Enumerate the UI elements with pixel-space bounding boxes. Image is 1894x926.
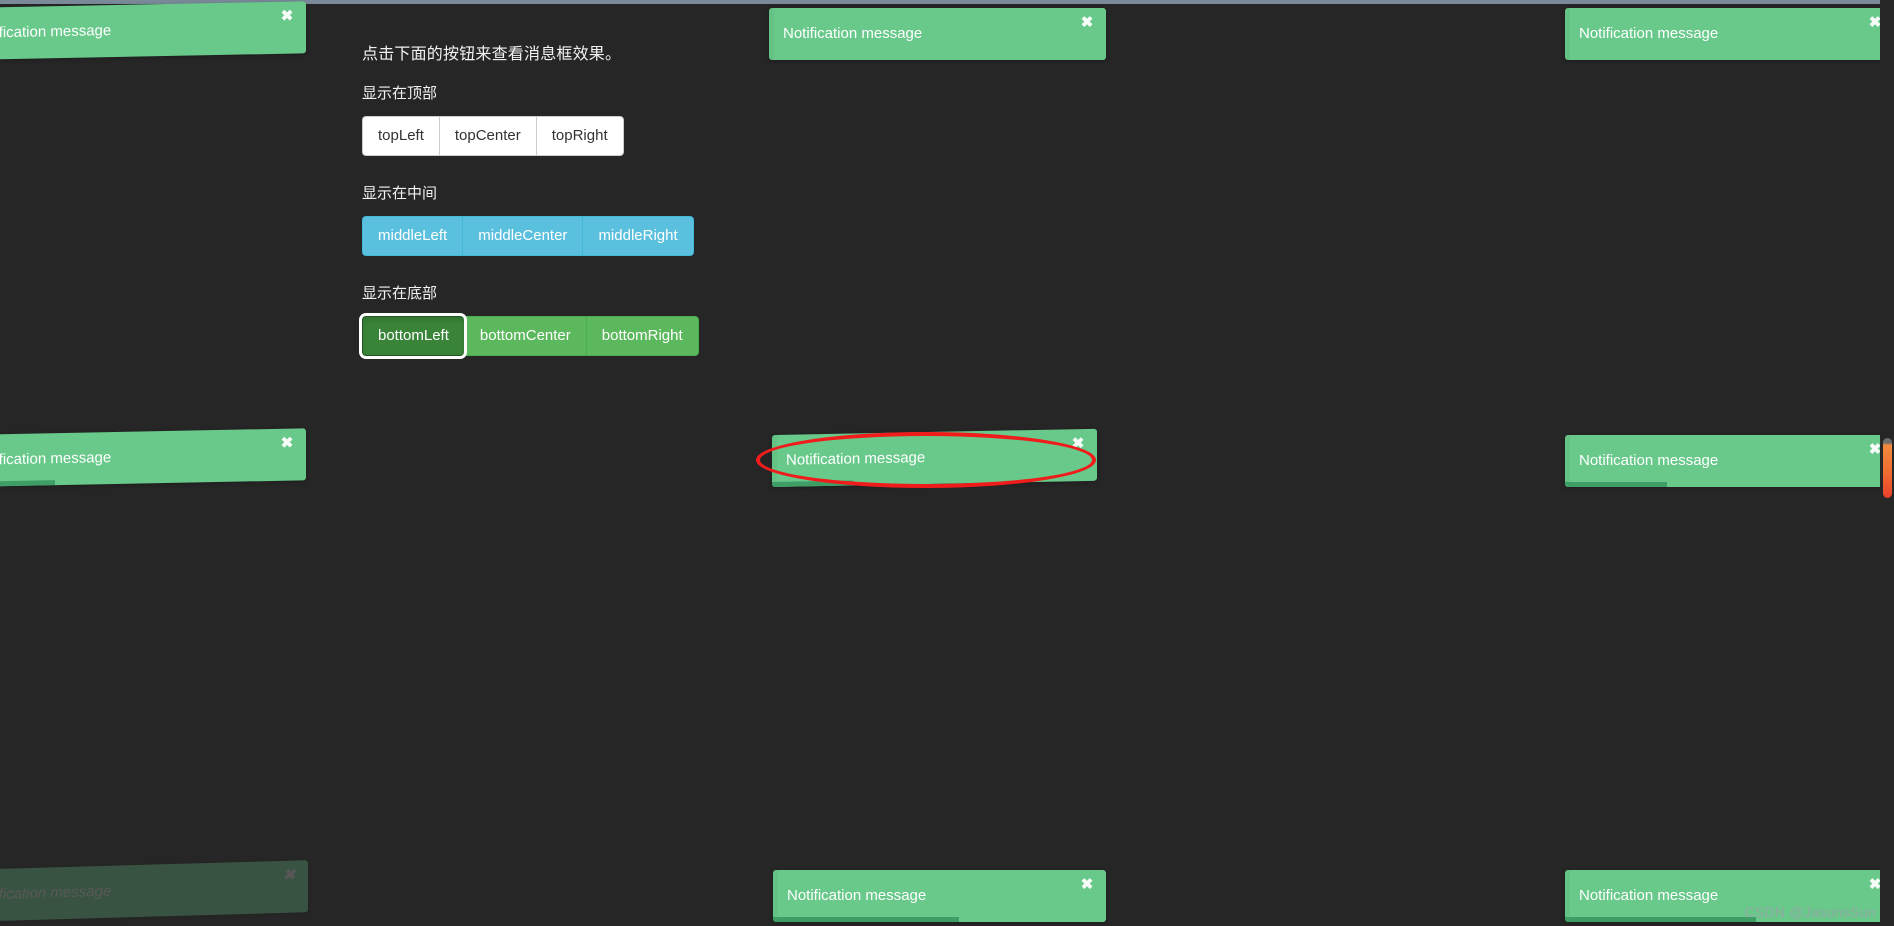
toast-top-left[interactable]: Notification message ✖ <box>0 1 306 61</box>
toast-accent <box>772 435 777 487</box>
toast-accent <box>773 870 778 922</box>
button-group-bottom: bottomLeft bottomCenter bottomRight <box>362 316 699 356</box>
button-middlecenter[interactable]: middleCenter <box>462 216 583 256</box>
toast-message: Notification message <box>786 449 926 469</box>
button-topcenter[interactable]: topCenter <box>438 116 536 156</box>
close-icon[interactable]: ✖ <box>279 435 295 452</box>
toast-progress-bar <box>1565 917 1756 922</box>
close-icon[interactable]: ✖ <box>1070 435 1086 452</box>
vertical-scrollbar-thumb[interactable] <box>1883 438 1892 498</box>
toast-message: Notification message <box>787 887 927 904</box>
toast-accent <box>1565 8 1570 60</box>
toast-progress-bar <box>1565 482 1667 487</box>
button-bottomcenter[interactable]: bottomCenter <box>463 316 586 356</box>
toast-message: Notification message <box>1579 887 1719 904</box>
group-label-top: 显示在顶部 <box>362 85 438 102</box>
button-middleleft[interactable]: middleLeft <box>362 216 463 256</box>
panel-intro-text: 点击下面的按钮来查看消息框效果。 <box>362 46 622 63</box>
button-group-top: topLeft topCenter topRight <box>362 116 624 156</box>
toast-progress-bar <box>772 480 854 487</box>
group-label-middle: 显示在中间 <box>362 185 438 202</box>
toast-progress-bar <box>0 480 56 487</box>
close-icon[interactable]: ✖ <box>1079 877 1095 893</box>
button-bottomright[interactable]: bottomRight <box>585 316 699 356</box>
toast-accent <box>769 8 774 60</box>
toast-accent <box>1565 435 1570 487</box>
toast-bottom-center[interactable]: Notification message ✖ <box>773 870 1106 922</box>
close-icon[interactable]: ✖ <box>1079 15 1095 31</box>
toast-accent <box>1565 870 1570 922</box>
demo-panel: 点击下面的按钮来查看消息框效果。 显示在顶部 topLeft topCenter… <box>362 44 782 384</box>
toast-bottom-left[interactable]: Notification message ✖ <box>0 860 308 922</box>
toast-middle-right[interactable]: Notification message ✖ <box>1565 435 1894 487</box>
close-icon[interactable]: ✖ <box>281 867 297 884</box>
button-topleft[interactable]: topLeft <box>362 116 439 156</box>
watermark: CSDN @JasonsSun <box>1744 904 1876 920</box>
group-label-bottom: 显示在底部 <box>362 285 438 302</box>
toast-top-center[interactable]: Notification message ✖ <box>769 8 1106 60</box>
toast-progress-bar <box>773 917 960 922</box>
button-middleright[interactable]: middleRight <box>582 216 694 256</box>
toast-message: Notification message <box>0 22 112 42</box>
close-icon[interactable]: ✖ <box>279 8 295 25</box>
toast-message: Notification message <box>1579 25 1719 42</box>
toast-message: Notification message <box>1579 452 1719 469</box>
button-topright[interactable]: topRight <box>535 116 624 156</box>
app-stage: 点击下面的按钮来查看消息框效果。 显示在顶部 topLeft topCenter… <box>0 0 1894 926</box>
toast-middle-left[interactable]: Notification message ✖ <box>0 428 306 487</box>
toast-middle-center[interactable]: Notification message ✖ <box>772 428 1097 487</box>
button-bottomleft[interactable]: bottomLeft <box>362 316 464 356</box>
toast-message: Notification message <box>0 882 112 904</box>
toast-top-right[interactable]: Notification message ✖ <box>1565 8 1894 60</box>
button-group-middle: middleLeft middleCenter middleRight <box>362 216 694 256</box>
toast-message: Notification message <box>0 449 112 469</box>
toast-message: Notification message <box>783 25 923 42</box>
